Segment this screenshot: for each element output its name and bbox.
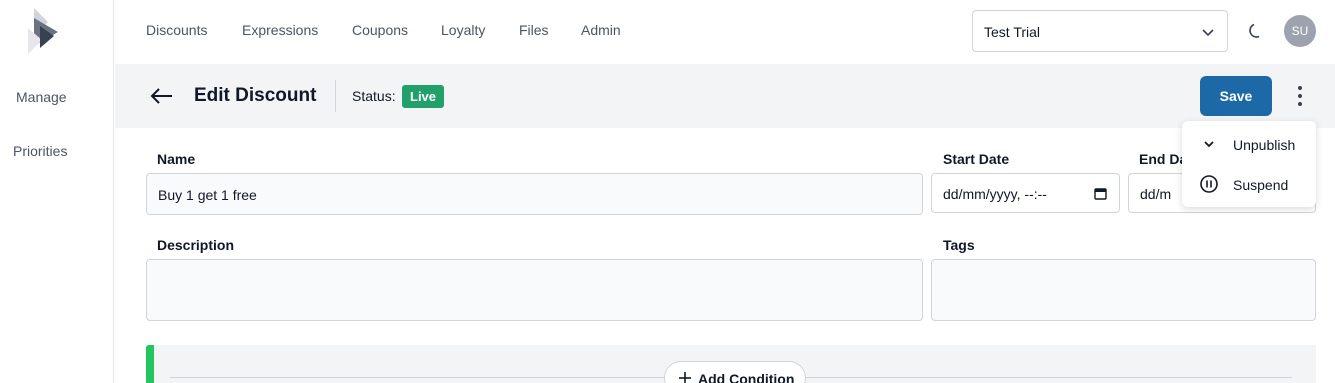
calendar-icon[interactable] — [1094, 187, 1107, 200]
tags-field[interactable] — [931, 259, 1316, 321]
name-label: Name — [157, 151, 196, 167]
moon-icon[interactable] — [1247, 22, 1265, 40]
sidebar-item-manage[interactable]: Manage — [0, 89, 114, 105]
chevron-down-icon — [1204, 141, 1214, 148]
add-condition-button[interactable]: Add Condition — [664, 361, 806, 383]
add-condition-label: Add Condition — [698, 371, 795, 383]
name-field[interactable]: Buy 1 get 1 free — [146, 173, 923, 215]
back-arrow-icon[interactable] — [150, 86, 174, 106]
chevron-down-icon — [1202, 29, 1214, 37]
start-date-field-value: dd/mm/yyyy, --:-- — [943, 186, 1047, 202]
menu-item-label: Suspend — [1233, 177, 1289, 193]
status-badge: Live — [402, 85, 445, 108]
more-options-menu: Unpublish Suspend — [1182, 121, 1316, 207]
start-date-label: Start Date — [943, 151, 1010, 167]
description-field[interactable] — [146, 259, 923, 321]
nav-admin[interactable]: Admin — [581, 22, 621, 38]
header-divider — [335, 80, 336, 112]
pause-circle-icon — [1200, 175, 1218, 193]
nav-loyalty[interactable]: Loyalty — [441, 22, 485, 38]
organization-select[interactable]: Test Trial — [972, 10, 1228, 52]
more-options-icon[interactable] — [1292, 84, 1308, 108]
status-label: Status: — [352, 88, 396, 104]
description-label: Description — [157, 237, 235, 253]
sidebar: Manage Priorities — [0, 0, 114, 383]
nav-discounts[interactable]: Discounts — [146, 22, 207, 38]
end-date-field-value: dd/m — [1140, 186, 1172, 202]
conditions-panel: Add Condition — [146, 345, 1316, 383]
menu-item-suspend[interactable]: Suspend — [1182, 163, 1316, 203]
start-date-field[interactable]: dd/mm/yyyy, --:-- — [931, 173, 1120, 213]
plus-icon — [679, 372, 691, 383]
name-field-value: Buy 1 get 1 free — [158, 187, 257, 203]
logo-icon[interactable] — [24, 8, 60, 54]
menu-item-unpublish[interactable]: Unpublish — [1182, 123, 1316, 163]
avatar[interactable]: SU — [1284, 15, 1316, 47]
nav-coupons[interactable]: Coupons — [352, 22, 408, 38]
nav-files[interactable]: Files — [519, 22, 549, 38]
page-header: Edit Discount Status: Live Save — [115, 64, 1335, 128]
page-title: Edit Discount — [194, 85, 317, 106]
save-button[interactable]: Save — [1200, 76, 1272, 116]
tags-label: Tags — [943, 237, 975, 253]
nav-expressions[interactable]: Expressions — [242, 22, 318, 38]
end-date-label: End Da — [1139, 151, 1188, 167]
sidebar-item-priorities[interactable]: Priorities — [0, 143, 114, 159]
organization-select-value: Test Trial — [984, 24, 1041, 40]
conditions-accent-bar — [146, 345, 154, 383]
menu-item-label: Unpublish — [1233, 137, 1296, 153]
